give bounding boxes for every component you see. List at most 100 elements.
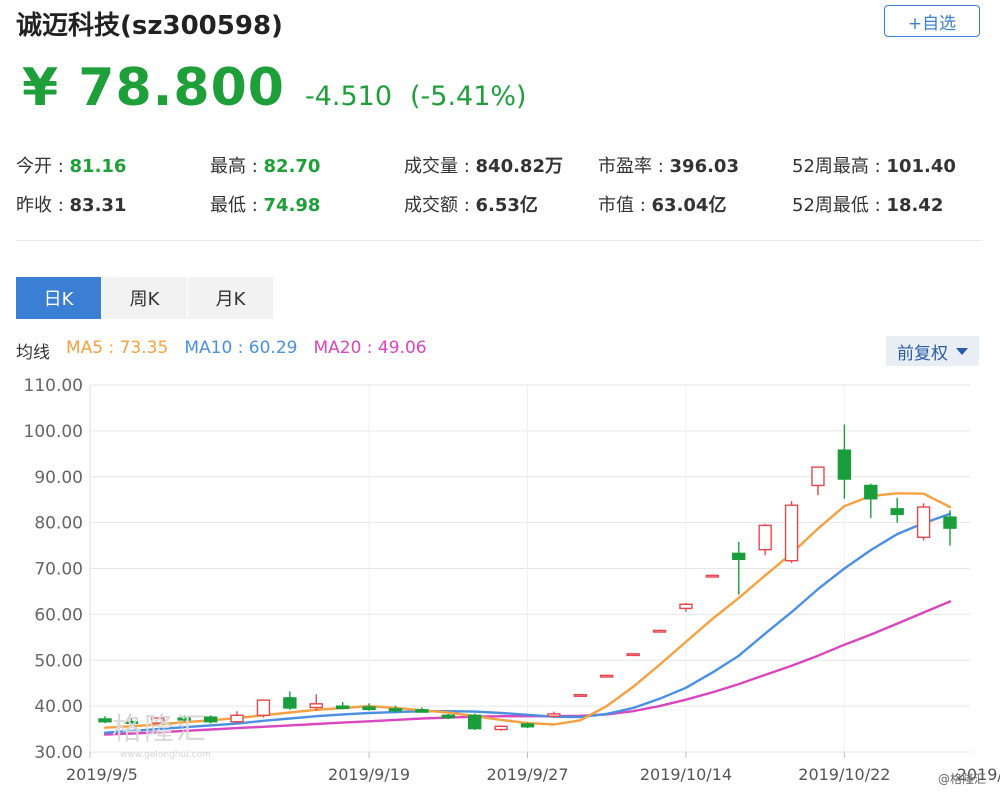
candle-body [256,699,271,717]
candle [758,524,772,556]
candle [890,497,904,523]
tab-monthly-k[interactable]: 月K [188,277,273,319]
legend-ma10: MA10 : 60.29 [184,338,298,358]
y-tick-label: 70.00 [34,560,83,580]
candle-body [705,574,720,578]
divider [16,240,982,241]
candle-body [467,714,482,730]
tab-daily-k[interactable]: 日K [16,277,101,319]
x-tick-label: 2019/9/19 [328,765,410,784]
caret-down-icon [956,347,968,355]
price-adjust-label: 前复权 [897,343,948,364]
candle [520,722,535,729]
legend-label: 均线 [16,343,50,363]
candle-body [732,552,746,561]
candle [573,693,588,697]
candle [652,629,667,633]
candle-body [864,484,878,500]
candle-body [679,603,693,610]
stat-low: 最低 : 74.98 [210,194,321,216]
price-adjust-dropdown[interactable]: 前复权 [886,336,979,366]
y-tick-label: 40.00 [34,697,83,717]
candle-body [362,706,376,711]
candle [626,653,640,657]
candle [98,716,112,724]
candle-body [520,723,535,728]
candle [283,691,297,710]
x-tick-label: 2019/9/27 [486,765,568,784]
stats-row: 昨收 : 83.31 最低 : 74.98 成交额 : 6.53亿 市值 : 6… [16,184,986,223]
candle [467,713,482,730]
x-tick-label: 2019/10/14 [640,765,732,784]
stat-volume: 成交量 : 840.82万 [404,155,563,177]
candle [494,725,508,731]
candle-body [230,714,244,723]
candle-body [758,524,772,551]
ma-legend: 均线 MA5 : 73.35 MA10 : 60.29 MA20 : 49.06 [16,338,443,363]
candle-body [283,697,297,709]
y-tick-label: 60.00 [34,605,83,625]
candle [837,424,852,499]
x-tick-label: 2019/10/22 [798,765,890,784]
page-title: 诚迈科技(sz300598) [16,11,283,41]
stat-market-cap: 市值 : 63.04亿 [598,194,727,216]
stat-52w-low: 52周最低 : 18.42 [792,194,944,216]
quote-row: ¥ 78.800 -4.510 (-5.41%) [22,58,527,118]
candle [784,501,799,563]
candle [362,703,376,711]
candle-body [309,703,323,709]
stat-open: 今开 : 81.16 [16,155,127,177]
stat-52w-high: 52周最高 : 101.40 [792,155,956,177]
candle-body [784,504,799,562]
candle-body [837,449,852,480]
stat-pe-ratio: 市盈率 : 396.03 [598,155,739,177]
stat-turnover: 成交额 : 6.53亿 [404,194,538,216]
candle [547,711,561,718]
y-tick-label: 110.00 [24,376,83,396]
candle-body [388,708,403,712]
candle [441,713,455,719]
candle-body [916,506,931,539]
current-price: ¥ 78.800 [22,58,285,118]
y-tick-label: 90.00 [34,468,83,488]
price-change: -4.510 [304,81,392,112]
add-watchlist-button[interactable]: +自选 [884,5,980,37]
candle [600,674,614,678]
candle [811,466,825,496]
candle [415,707,429,713]
candle [864,483,878,519]
candle [679,602,693,612]
y-tick-label: 100.00 [24,422,83,442]
candle-body [98,718,112,723]
stats-row: 今开 : 81.16 最高 : 82.70 成交量 : 840.82万 市盈率 … [16,145,986,184]
source-credit: @格隆汇 [938,772,987,786]
candle-body [547,713,561,717]
watermark-logo: 格隆汇 [112,712,208,747]
candle [335,701,350,710]
stat-prev-close: 昨收 : 83.31 [16,194,127,216]
candle [230,711,244,724]
price-change-percent: (-5.41%) [410,81,527,112]
candle [256,699,271,718]
chart-grid [89,384,970,758]
tab-weekly-k[interactable]: 周K [102,277,187,319]
candle [916,503,931,541]
y-tick-label: 80.00 [34,514,83,534]
candle-body [811,466,825,487]
candle-body [626,653,640,657]
candle-body [335,705,350,710]
legend-ma5: MA5 : 73.35 [66,338,169,358]
watermark-url: www.gelonghui.com [120,750,211,760]
candle-body [573,693,588,697]
candle [705,574,720,578]
candle [309,694,323,711]
stat-high: 最高 : 82.70 [210,155,321,177]
candle-body [943,516,957,529]
candle-body [415,709,429,713]
candle-body [494,725,508,731]
period-tabs: 日K 周K 月K [16,277,274,319]
candle-body [441,714,455,719]
legend-ma20: MA20 : 49.06 [313,338,427,358]
x-tick-label: 2019/9/5 [66,765,138,784]
candle-body [652,629,667,633]
